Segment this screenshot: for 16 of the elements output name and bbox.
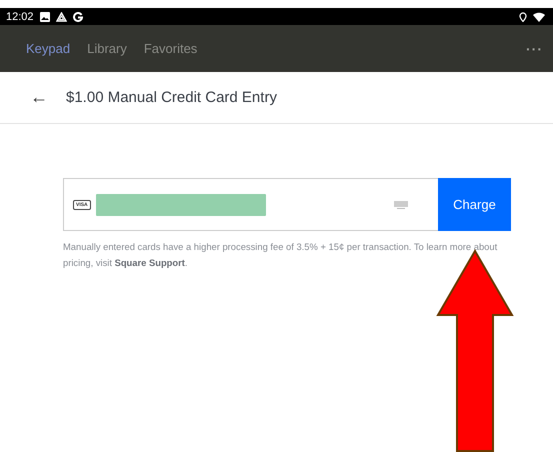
status-time: 12:02 xyxy=(6,10,34,22)
keyboard-icon[interactable] xyxy=(394,200,408,208)
triangle-icon xyxy=(56,12,67,22)
nav-tab[interactable]: Library xyxy=(87,41,127,56)
fee-note: Manually entered cards have a higher processing fee of 3.5% + 15¢ per transaction. To learn more about pricing, visit Square Support. xyxy=(63,240,498,270)
square-support-link[interactable]: Square Support xyxy=(114,257,185,268)
nav-tab[interactable]: Favorites xyxy=(144,41,198,56)
g-icon xyxy=(72,12,83,22)
location-icon xyxy=(519,12,527,22)
back-button[interactable]: ← xyxy=(30,87,48,108)
more-menu[interactable]: ··· xyxy=(526,40,543,56)
wifi-icon xyxy=(533,12,545,22)
nav-tab[interactable]: Keypad xyxy=(26,41,70,56)
page-title: $1.00 Manual Credit Card Entry xyxy=(66,89,277,106)
charge-button[interactable]: Charge xyxy=(438,178,511,231)
image-icon xyxy=(40,12,50,22)
